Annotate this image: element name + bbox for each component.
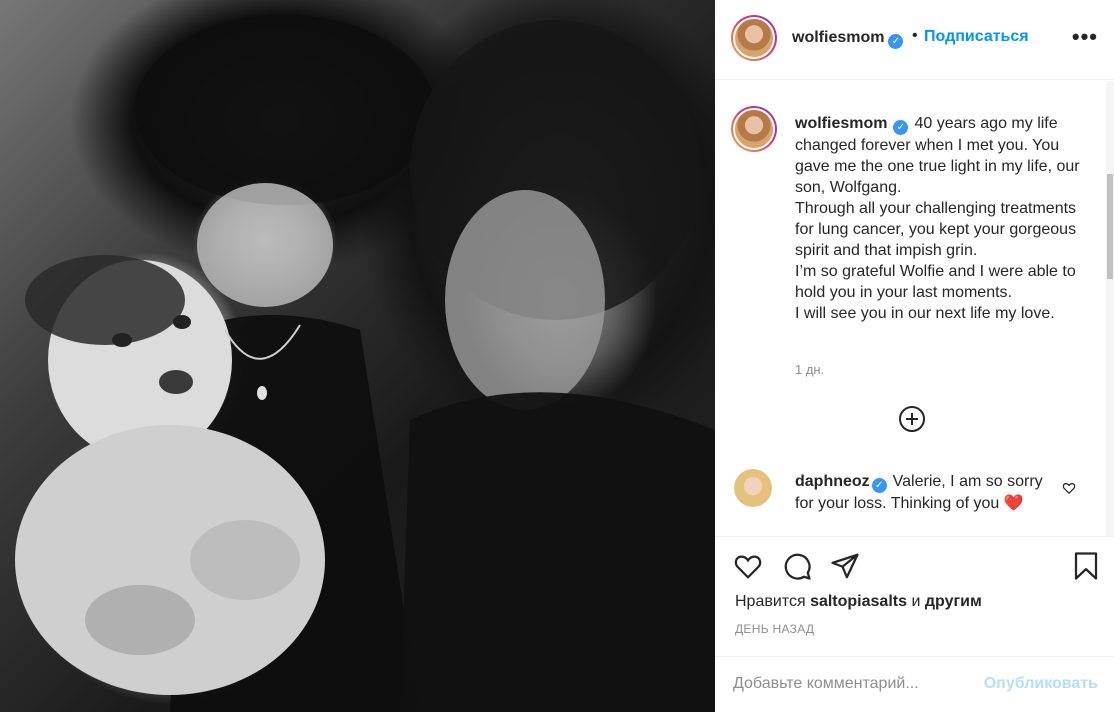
bookmark-icon[interactable] xyxy=(1071,551,1101,581)
likes-prefix: Нравится xyxy=(735,593,806,610)
heart-icon[interactable] xyxy=(733,551,763,581)
comments-scrollbar[interactable] xyxy=(1106,81,1114,536)
follow-button[interactable]: Подписаться xyxy=(924,28,1029,46)
likes-summary: Нравится saltopiasalts и другим xyxy=(735,593,982,611)
comment-emoji: ❤️ xyxy=(1003,495,1024,512)
author-username[interactable]: wolfiesmom xyxy=(792,29,884,46)
post-caption: wolfiesmom ✓ 40 years ago my life changed … xyxy=(795,113,1085,324)
header-separator: • xyxy=(912,27,918,44)
publish-button[interactable]: Опубликовать xyxy=(984,675,1098,693)
post-photo[interactable] xyxy=(0,0,715,712)
caption-avatar[interactable] xyxy=(731,106,777,152)
likes-conjunction: и xyxy=(911,593,921,610)
add-comment-bar: Опубликовать xyxy=(715,656,1114,712)
liked-by-others-link[interactable]: другим xyxy=(925,593,982,610)
liked-by-user-link[interactable]: saltopiasalts xyxy=(810,593,907,610)
post-date[interactable]: ДЕНЬ НАЗАД xyxy=(735,622,814,636)
comments-area[interactable]: wolfiesmom ✓ 40 years ago my life changed … xyxy=(715,81,1114,536)
caption-username[interactable]: wolfiesmom xyxy=(795,115,887,132)
caption-text: 40 years ago my life changed forever whe… xyxy=(795,115,1080,322)
commenter-avatar[interactable] xyxy=(734,469,772,507)
verified-badge-icon: ✓ xyxy=(888,34,904,49)
scrollbar-thumb[interactable] xyxy=(1107,174,1113,279)
caption-timestamp[interactable]: 1 дн. xyxy=(795,362,824,377)
author-avatar[interactable] xyxy=(731,15,777,61)
author-username-link[interactable]: wolfiesmom ✓ xyxy=(792,29,904,49)
post-details-panel: wolfiesmom ✓ • Подписаться ••• wolfiesmom… xyxy=(715,0,1114,712)
comment-username[interactable]: daphneoz xyxy=(795,473,870,490)
load-more-comments-icon[interactable] xyxy=(899,406,925,432)
verified-badge-icon: ✓ xyxy=(893,120,909,135)
comment-like-heart-icon[interactable] xyxy=(1062,481,1076,495)
comment-icon[interactable] xyxy=(782,551,812,581)
photo-illustration xyxy=(15,15,715,712)
verified-badge-icon: ✓ xyxy=(871,478,887,493)
comment-item: daphneoz ✓ Valerie, I am so sorry for your… xyxy=(795,471,1045,514)
more-options-icon[interactable]: ••• xyxy=(1072,26,1098,48)
share-icon[interactable] xyxy=(830,551,860,581)
post-actions: Нравится saltopiasalts и другим ДЕНЬ НАЗ… xyxy=(715,536,1114,646)
post-header: wolfiesmom ✓ • Подписаться ••• xyxy=(715,0,1114,80)
comment-input[interactable] xyxy=(733,671,973,697)
